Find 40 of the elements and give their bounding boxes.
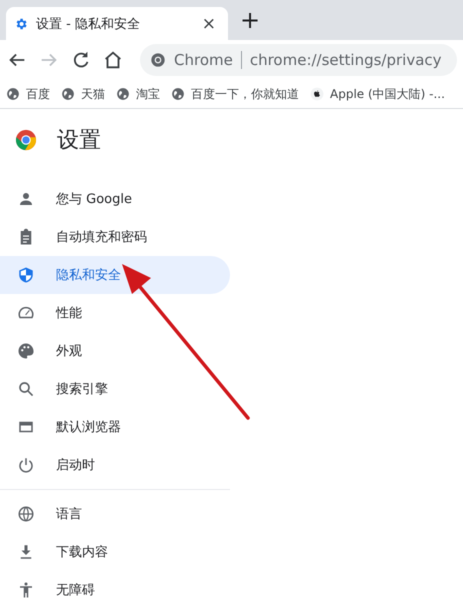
globe-icon [116, 87, 130, 101]
home-icon[interactable] [102, 49, 124, 71]
sidebar-item[interactable]: 自动填充和密码 [0, 218, 230, 256]
tab-title: 设置 - 隐私和安全 [36, 16, 141, 32]
sidebar-item[interactable]: 隐私和安全 [0, 256, 230, 294]
sidebar-item[interactable]: 您与 Google [0, 180, 230, 218]
palette-icon [17, 342, 35, 360]
bookmark[interactable]: 天猫 [61, 86, 105, 102]
sidebar-item[interactable]: 性能 [0, 294, 230, 332]
globe-icon [6, 87, 20, 101]
bookmark[interactable]: 淘宝 [116, 86, 160, 102]
sidebar-item[interactable]: 外观 [0, 332, 230, 370]
shield-icon [17, 266, 35, 284]
chrome-logo-icon [15, 129, 37, 151]
sidebar-item[interactable]: 启动时 [0, 446, 230, 484]
url-text: chrome://settings/privacy [250, 51, 442, 69]
globe-icon [171, 87, 185, 101]
page-title: 设置 [57, 127, 101, 155]
sidebar-item[interactable]: 无障碍 [0, 571, 230, 609]
apple-icon [310, 87, 324, 101]
site-label: Chrome [174, 51, 233, 69]
sidebar-item[interactable]: 语言 [0, 495, 230, 533]
search-icon [17, 380, 35, 398]
globe-icon [17, 505, 35, 523]
browser-tab[interactable]: 设置 - 隐私和安全 × [6, 7, 228, 40]
person-icon [17, 190, 35, 208]
gear-icon [14, 16, 28, 30]
globe-icon [61, 87, 75, 101]
bookmark[interactable]: 百度一下，你就知道 [171, 86, 299, 102]
chrome-logo-icon [150, 52, 166, 68]
close-tab-button[interactable]: × [198, 14, 220, 34]
sidebar-item[interactable]: 下载内容 [0, 533, 230, 571]
address-bar[interactable]: Chrome chrome://settings/privacy [140, 44, 457, 76]
bookmark[interactable]: 百度 [6, 86, 50, 102]
power-icon [17, 456, 35, 474]
sidebar-item[interactable]: 搜索引擎 [0, 370, 230, 408]
new-tab-button[interactable]: + [240, 8, 260, 32]
sidebar-item[interactable]: 默认浏览器 [0, 408, 230, 446]
bookmark[interactable]: Apple (中国大陆) -... [310, 86, 445, 102]
accessibility-icon [17, 581, 35, 599]
